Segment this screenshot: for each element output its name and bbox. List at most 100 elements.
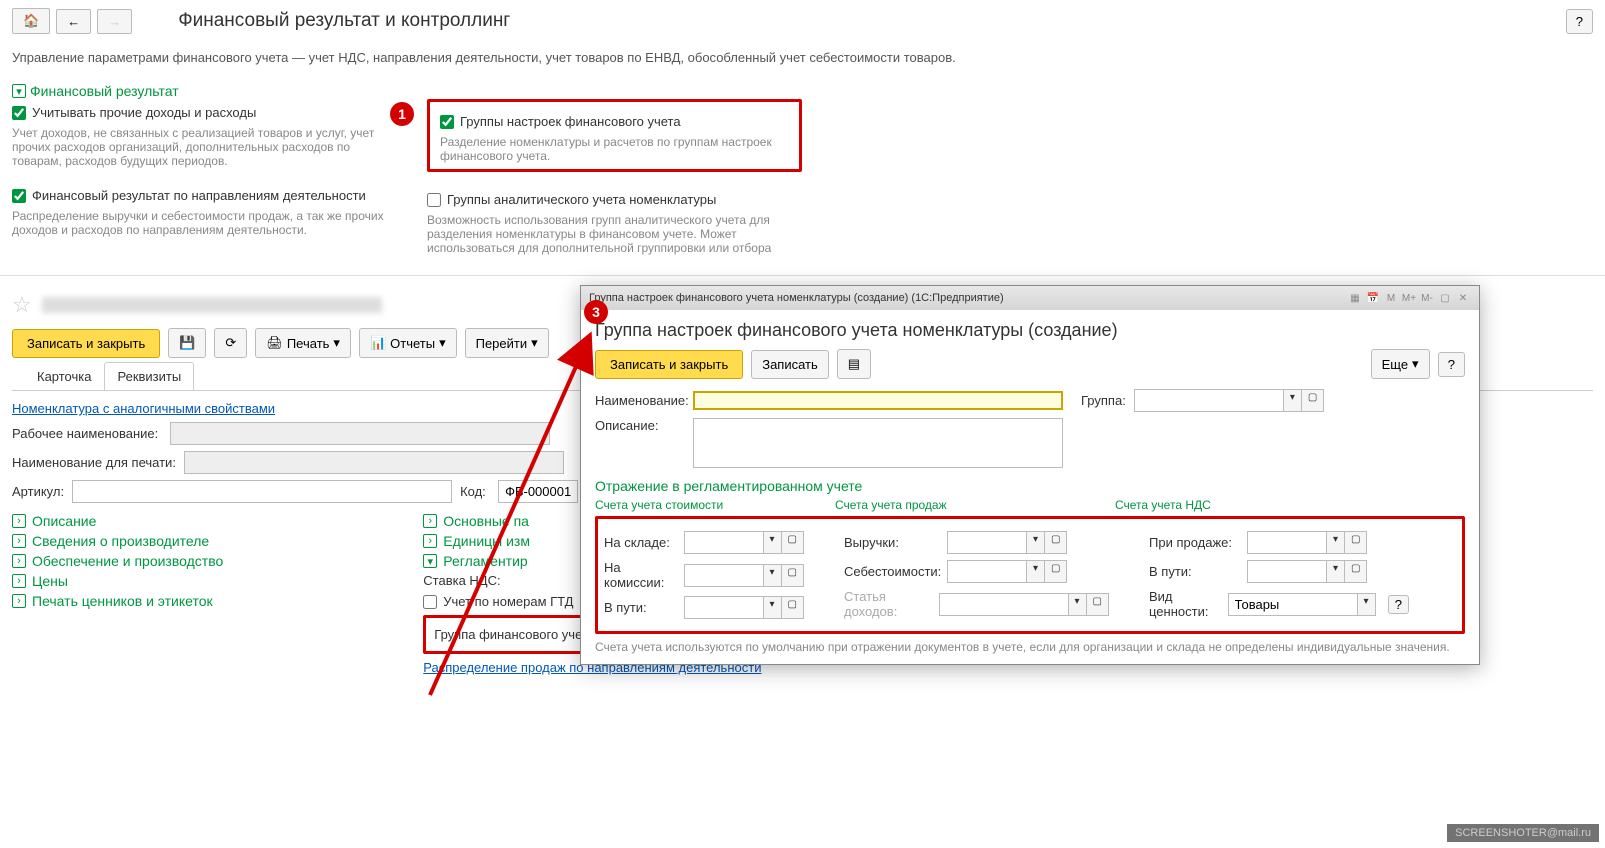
dialog-more-button[interactable]: Еще ▾ [1371,349,1430,379]
dropdown-caret[interactable]: ▾ [764,596,782,619]
checkbox-gtd[interactable] [423,595,437,609]
input-code[interactable] [498,480,578,503]
input-desc[interactable] [693,418,1063,468]
m-icon[interactable]: M [1383,290,1399,306]
open-icon[interactable]: ▢ [782,596,804,619]
input-group[interactable] [1134,389,1284,412]
dropdown-caret[interactable]: ▾ [764,564,782,587]
tab-card[interactable]: Карточка [24,362,104,390]
home-icon: 🏠 [23,13,39,29]
link-prices[interactable]: ›Цены [12,573,223,589]
input-printname[interactable] [184,451,564,474]
checkbox-other-income[interactable] [12,106,26,120]
watermark: SCREENSHOTER@mail.ru [1447,824,1599,842]
input-income-item[interactable] [939,593,1069,616]
input-commission[interactable] [684,564,764,587]
back-button[interactable]: ← [56,9,91,34]
dialog-save-button[interactable]: Записать [751,350,829,379]
input-workname[interactable] [170,422,550,445]
expand-icon: › [423,534,437,548]
page-title: Финансовый результат и контроллинг [178,10,510,32]
annotation-badge-3: 3 [584,300,608,324]
checkbox-label: Учитывать прочие доходы и расходы [32,105,256,120]
label-group: Группа: [1081,393,1126,408]
calendar-icon[interactable]: 📅 [1365,290,1381,306]
help-value-type[interactable]: ? [1388,595,1409,614]
dialog-list-button[interactable]: ▤ [837,349,871,379]
label-fingroup: Группа финансового учета: [434,627,598,642]
help-button[interactable]: ? [1566,9,1593,34]
home-button[interactable]: 🏠 [12,8,50,34]
dropdown-caret[interactable]: ▾ [1327,560,1345,583]
link-description[interactable]: ›Описание [12,513,223,529]
open-icon[interactable]: ▢ [1045,560,1067,583]
goto-button[interactable]: Перейти ▾ [465,328,549,358]
dialog-help-button[interactable]: ? [1438,352,1465,377]
refresh-button[interactable]: ⟳ [214,328,247,358]
link-manufacturer[interactable]: ›Сведения о производителе [12,533,223,549]
dropdown-caret[interactable]: ▾ [1284,389,1302,412]
save-icon: 💾 [179,335,195,351]
dropdown-caret[interactable]: ▾ [1358,593,1376,616]
tab-requisites[interactable]: Реквизиты [104,362,194,390]
open-icon[interactable]: ▢ [1087,593,1109,616]
report-icon: 📊 [370,335,386,351]
open-icon[interactable]: ▢ [1302,389,1324,412]
input-stock[interactable] [684,531,764,554]
hint-text: Возможность использования групп аналитич… [427,213,787,255]
dropdown-caret[interactable]: ▾ [1069,593,1087,616]
calc-icon[interactable]: ▦ [1347,290,1363,306]
dropdown-caret[interactable]: ▾ [764,531,782,554]
dropdown-caret[interactable]: ▾ [1027,531,1045,554]
input-vat-sale[interactable] [1247,531,1327,554]
open-icon[interactable]: ▢ [1045,531,1067,554]
dialog-title: Группа настроек финансового учета номенк… [595,320,1465,341]
input-value-type[interactable] [1228,593,1358,616]
minimize-icon[interactable]: ▢ [1437,290,1453,306]
col1-header: Счета учета стоимости [595,498,795,512]
close-icon[interactable]: ✕ [1455,290,1471,306]
dropdown-caret[interactable]: ▾ [1027,560,1045,583]
label-workname: Рабочее наименование: [12,426,162,441]
link-print-tags[interactable]: ›Печать ценников и этикеток [12,593,223,609]
checkbox-fin-groups[interactable] [440,115,454,129]
checkbox-label: Группы настроек финансового учета [460,114,681,129]
expand-icon: › [12,534,26,548]
mplus-icon[interactable]: M+ [1401,290,1417,306]
open-icon[interactable]: ▢ [1345,531,1367,554]
label-desc: Описание: [595,418,685,433]
expand-icon: › [12,594,26,608]
input-name[interactable] [693,391,1063,410]
input-cost[interactable] [947,560,1027,583]
reports-button[interactable]: 📊Отчеты ▾ [359,328,457,358]
mminus-icon[interactable]: M- [1419,290,1435,306]
expand-icon: › [12,574,26,588]
save-button[interactable]: 💾 [168,328,206,358]
dialog-fingroup-create: Группа настроек финансового учета номенк… [580,285,1480,665]
section-toggle-finresult[interactable]: ▾ Финансовый результат [12,83,1593,99]
link-provision[interactable]: ›Обеспечение и производство [12,553,223,569]
open-icon[interactable]: ▢ [782,564,804,587]
input-transit[interactable] [684,596,764,619]
dropdown-caret[interactable]: ▾ [1327,531,1345,554]
print-button[interactable]: 🖨Печать ▾ [255,328,351,358]
forward-button[interactable]: → [97,9,132,34]
similar-items-link[interactable]: Номенклатура с аналогичными свойствами [12,401,275,416]
open-icon[interactable]: ▢ [1345,560,1367,583]
blurred-title [42,297,382,313]
input-vat-transit[interactable] [1247,560,1327,583]
input-revenue[interactable] [947,531,1027,554]
save-close-button[interactable]: Записать и закрыть [12,329,160,358]
open-icon[interactable]: ▢ [782,531,804,554]
dialog-save-close-button[interactable]: Записать и закрыть [595,350,743,379]
expand-icon: ▾ [423,554,437,568]
section-title: Финансовый результат [30,83,179,99]
checkbox-by-directions[interactable] [12,189,26,203]
checkbox-label: Группы аналитического учета номенклатуры [447,192,716,207]
checkbox-analytic-groups[interactable] [427,193,441,207]
input-sku[interactable] [72,480,452,503]
expand-icon: › [12,554,26,568]
section-regulated: Отражение в регламентированном учете [595,478,1465,494]
star-icon[interactable]: ☆ [12,292,32,318]
print-icon: 🖨 [266,335,283,351]
